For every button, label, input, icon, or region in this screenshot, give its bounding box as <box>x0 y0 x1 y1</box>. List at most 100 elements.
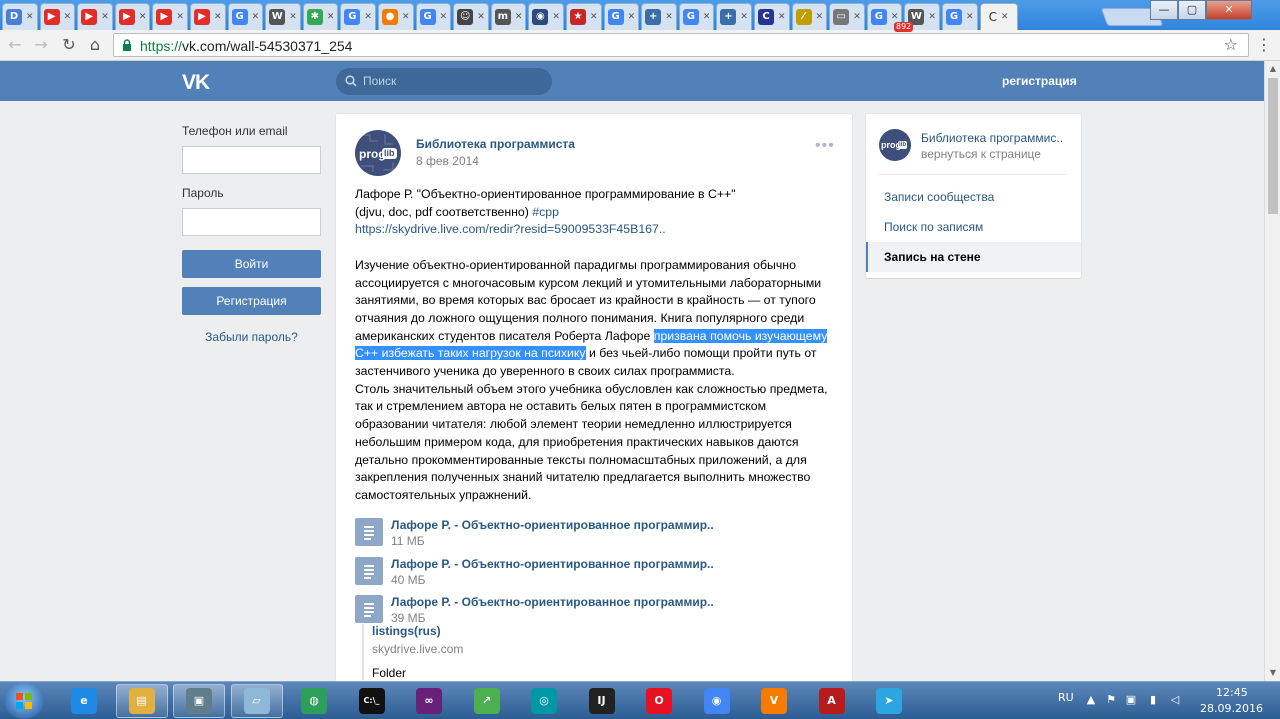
browser-tab[interactable]: ✱ ✕ <box>302 3 339 30</box>
tab-close-icon[interactable]: ✕ <box>703 12 711 22</box>
tab-close-icon[interactable]: ✕ <box>364 12 372 22</box>
browser-tab[interactable]: ☺ ✕ <box>453 3 489 30</box>
taskbar-button[interactable]: A <box>806 684 858 718</box>
page-scrollbar[interactable]: ▲ ▼ <box>1264 61 1280 681</box>
link-title[interactable]: listings(rus) <box>372 624 832 638</box>
register-button[interactable]: Регистрация <box>182 287 321 315</box>
nav-item-wall-post[interactable]: Запись на стене <box>866 242 1081 272</box>
tab-close-icon[interactable]: ✕ <box>402 12 410 22</box>
taskbar-button[interactable]: ◍ <box>288 684 340 718</box>
browser-tab[interactable]: W ✕ <box>265 3 301 30</box>
back-to-page-link[interactable]: вернуться к странице <box>921 147 1041 161</box>
taskbar-button[interactable]: IJ <box>576 684 628 718</box>
password-input[interactable] <box>182 208 321 236</box>
browser-tab[interactable]: m ✕ <box>490 3 527 30</box>
browser-tab[interactable]: ▶ ✕ <box>190 3 226 30</box>
taskbar-button[interactable]: e <box>58 684 110 718</box>
browser-tab[interactable]: C ✕ <box>754 3 790 30</box>
skydrive-link[interactable]: https://skydrive.live.com/redir?resid=59… <box>355 222 666 236</box>
doc-title[interactable]: Лафоре Р. - Объектно-ориентированное про… <box>391 557 714 571</box>
group-avatar-small[interactable]: prog lib <box>879 129 911 161</box>
scroll-thumb[interactable] <box>1268 78 1278 214</box>
post-date[interactable]: 8 фев 2014 <box>416 154 479 168</box>
doc-title[interactable]: Лафоре Р. - Объектно-ориентированное про… <box>391 518 714 532</box>
tab-close-icon[interactable]: ✕ <box>252 12 260 22</box>
doc-attachment[interactable]: Лафоре Р. - Объектно-ориентированное про… <box>355 557 835 587</box>
tab-close-icon[interactable]: ✕ <box>515 12 523 22</box>
more-icon[interactable]: ••• <box>815 137 835 155</box>
maximize-button[interactable]: ▢ <box>1178 0 1206 20</box>
clock-date[interactable]: 28.09.2016 <box>1200 702 1263 715</box>
tab-close-icon[interactable]: ✕ <box>214 12 222 22</box>
scroll-down-icon[interactable]: ▼ <box>1265 665 1280 681</box>
browser-tab[interactable]: ★ ✕ <box>566 3 602 30</box>
tab-close-icon[interactable]: ✕ <box>853 12 861 22</box>
tab-close-icon[interactable]: ✕ <box>1001 12 1009 22</box>
browser-tab[interactable]: G ✕ <box>942 3 978 30</box>
taskbar-button[interactable]: ◎ <box>518 684 570 718</box>
browser-tab[interactable]: + ✕ <box>716 3 752 30</box>
doc-attachment[interactable]: Лафоре Р. - Объектно-ориентированное про… <box>355 518 835 548</box>
taskbar-button[interactable]: ∞ <box>403 684 455 718</box>
browser-tab[interactable]: ▶ ✕ <box>39 3 76 30</box>
tab-close-icon[interactable]: ✕ <box>477 12 485 22</box>
browser-tab-active[interactable]: C ✕ <box>979 3 1018 30</box>
group-name-link[interactable]: Библиотека программис.. <box>921 131 1063 145</box>
register-link[interactable]: регистрация <box>1002 74 1077 88</box>
browser-tab[interactable]: D ✕ <box>2 3 38 30</box>
network-signal-icon[interactable]: ▮ <box>1146 693 1160 707</box>
tab-close-icon[interactable]: ✕ <box>740 12 748 22</box>
clock-time[interactable]: 12:45 <box>1216 686 1248 699</box>
start-button[interactable] <box>4 683 44 719</box>
tab-close-icon[interactable]: ✕ <box>440 12 448 22</box>
tab-close-icon[interactable]: ✕ <box>928 12 936 22</box>
phone-email-input[interactable] <box>182 146 321 174</box>
tab-close-icon[interactable]: ✕ <box>590 12 598 22</box>
home-button[interactable]: ⌂ <box>84 35 106 55</box>
show-hidden-icons-icon[interactable]: ▲ <box>1084 693 1098 707</box>
group-avatar[interactable]: prog lib <box>355 130 401 176</box>
tab-close-icon[interactable]: ✕ <box>778 12 786 22</box>
flag-icon[interactable]: ⚑ <box>1104 693 1118 707</box>
browser-tab[interactable]: + ✕ <box>641 3 677 30</box>
nav-item-search-posts[interactable]: Поиск по записям <box>866 212 1081 242</box>
taskbar-button[interactable]: V <box>748 684 800 718</box>
browser-tab[interactable]: ◉ ✕ <box>528 3 564 30</box>
forward-button[interactable]: → <box>30 35 52 55</box>
browser-tab[interactable]: ▶ ✕ <box>152 3 188 30</box>
volume-icon[interactable]: ◁ <box>1168 693 1182 707</box>
reload-button[interactable]: ↻ <box>58 35 80 55</box>
taskbar-button[interactable]: O <box>633 684 685 718</box>
tab-close-icon[interactable]: ✕ <box>327 12 335 22</box>
tab-close-icon[interactable]: ✕ <box>628 12 636 22</box>
taskbar-button[interactable]: ▤ <box>115 684 168 718</box>
hashtag-link[interactable]: #cpp <box>532 205 559 219</box>
login-button[interactable]: Войти <box>182 250 321 278</box>
tab-close-icon[interactable]: ✕ <box>176 12 184 22</box>
taskbar-button[interactable]: ▱ <box>230 684 283 718</box>
taskbar-button[interactable]: ➤ <box>863 684 915 718</box>
bookmark-star-icon[interactable]: ☆ <box>1224 35 1238 54</box>
back-button[interactable]: ← <box>4 35 26 55</box>
browser-tab[interactable]: G ✕ <box>603 3 640 30</box>
tab-close-icon[interactable]: ✕ <box>101 12 109 22</box>
taskbar-button[interactable]: ◉ <box>691 684 743 718</box>
address-bar[interactable]: https://vk.com/wall-54530371_254 ☆ <box>113 33 1249 57</box>
forgot-password-link[interactable]: Забыли пароль? <box>182 330 321 344</box>
language-indicator[interactable]: RU <box>1058 691 1074 704</box>
taskbar-button[interactable]: ▣ <box>173 684 225 718</box>
device-icon[interactable]: ▣ <box>1124 693 1138 707</box>
minimize-button[interactable]: — <box>1150 0 1178 20</box>
tab-close-icon[interactable]: ✕ <box>552 12 560 22</box>
tab-close-icon[interactable]: ✕ <box>966 12 974 22</box>
post-author[interactable]: Библиотека программиста <box>416 137 575 151</box>
browser-tab[interactable]: G ✕ <box>415 3 452 30</box>
taskbar-button[interactable]: C:\_ <box>346 684 398 718</box>
doc-title[interactable]: Лафоре Р. - Объектно-ориентированное про… <box>391 595 714 609</box>
browser-tab[interactable]: ▶ ✕ <box>114 3 151 30</box>
browser-tab[interactable]: ● ✕ <box>378 3 414 30</box>
doc-attachment[interactable]: Лафоре Р. - Объектно-ориентированное про… <box>355 595 835 625</box>
browser-tab[interactable]: ⁄ ✕ <box>791 3 828 30</box>
browser-tab[interactable]: G ✕ <box>340 3 376 30</box>
link-attachment[interactable]: listings(rus) skydrive.live.com Folder <box>362 624 832 680</box>
